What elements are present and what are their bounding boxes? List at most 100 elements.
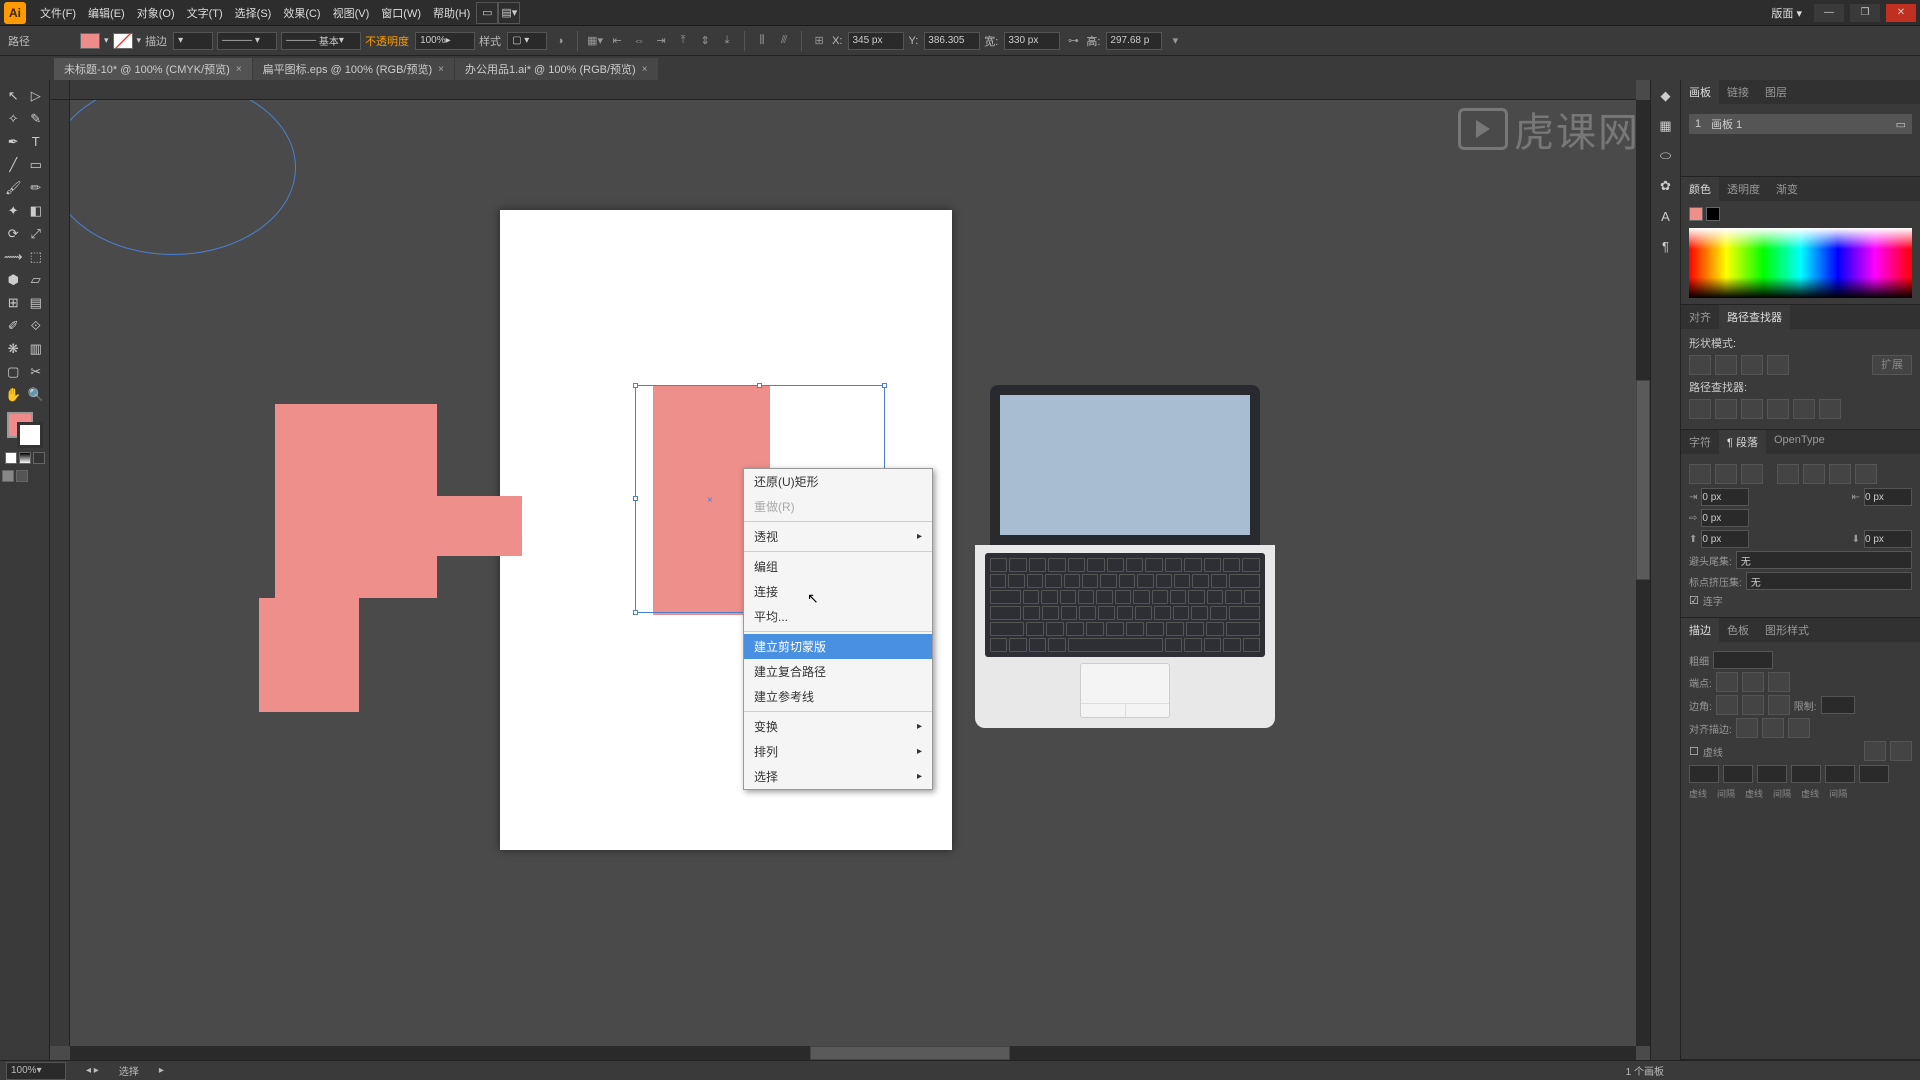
document-tab[interactable]: 办公用品1.ai* @ 100% (RGB/预览)× [455, 58, 658, 80]
eraser-tool[interactable]: ◧ [25, 199, 48, 222]
align-left-button[interactable] [1689, 464, 1711, 484]
dock-icon[interactable]: A [1656, 206, 1676, 226]
dist-h-icon[interactable]: ⫼ [753, 32, 771, 50]
ctx-make-compound-path[interactable]: 建立复合路径 [744, 659, 932, 684]
ctx-transform[interactable]: 变换▸ [744, 714, 932, 739]
free-transform-tool[interactable]: ⬚ [25, 245, 48, 268]
dash-align-1[interactable] [1864, 741, 1886, 761]
align-stroke-outside[interactable] [1788, 718, 1810, 738]
menu-effect[interactable]: 效果(C) [277, 1, 326, 25]
minus-back-button[interactable] [1819, 399, 1841, 419]
ruler-vertical[interactable] [50, 100, 70, 1046]
graph-tool[interactable]: ▥ [25, 337, 48, 360]
fill-swatch[interactable] [80, 33, 100, 49]
pencil-tool[interactable]: ✏ [25, 176, 48, 199]
type-tool[interactable]: T [25, 130, 48, 153]
menu-type[interactable]: 文字(T) [181, 1, 229, 25]
brush-dropdown[interactable]: ——— 基本 ▾ [281, 32, 361, 50]
color-spectrum[interactable] [1689, 228, 1912, 298]
width-tool[interactable]: ⟿ [2, 245, 25, 268]
gap-input[interactable] [1723, 765, 1753, 783]
scale-tool[interactable]: ⤢ [25, 222, 48, 245]
transform-icon[interactable]: ⊞ [810, 32, 828, 50]
align-vcenter-icon[interactable]: ⇕ [696, 32, 714, 50]
dock-icon[interactable]: ◆ [1656, 86, 1676, 106]
space-after-input[interactable] [1864, 530, 1912, 548]
panel-tab-swatches[interactable]: 色板 [1719, 618, 1757, 642]
direct-selection-tool[interactable]: ▷ [25, 84, 48, 107]
document-tab[interactable]: 未标题-10* @ 100% (CMYK/预览)× [54, 58, 252, 80]
ruler-origin[interactable] [50, 80, 70, 100]
align-group-icon[interactable]: ▦▾ [586, 32, 604, 50]
document-tab[interactable]: 扁平图标.eps @ 100% (RGB/预览)× [253, 58, 454, 80]
panel-tab-character[interactable]: 字符 [1681, 430, 1719, 454]
justify-center-button[interactable] [1803, 464, 1825, 484]
window-minimize[interactable]: — [1814, 4, 1844, 22]
menu-view[interactable]: 视图(V) [327, 1, 376, 25]
dock-icon[interactable]: ✿ [1656, 176, 1676, 196]
ruler-horizontal[interactable] [70, 80, 1636, 100]
panel-tab-opentype[interactable]: OpenType [1766, 430, 1833, 454]
miter-limit-input[interactable] [1821, 696, 1855, 714]
gap-input[interactable] [1791, 765, 1821, 783]
panel-tab-artboards[interactable]: 画板 [1681, 80, 1719, 104]
first-line-indent-input[interactable] [1701, 509, 1749, 527]
panel-tab-align[interactable]: 对齐 [1681, 305, 1719, 329]
screen-mode[interactable] [2, 470, 47, 482]
justify-all-button[interactable] [1855, 464, 1877, 484]
stroke-variable-dropdown[interactable]: ——— ▾ [217, 32, 277, 50]
selection-tool[interactable]: ↖ [2, 84, 25, 107]
gradient-tool[interactable]: ▤ [25, 291, 48, 314]
recolor-icon[interactable]: ◑ [551, 32, 569, 50]
opacity-label[interactable]: 不透明度 [365, 33, 409, 49]
panel-tab-color[interactable]: 颜色 [1681, 177, 1719, 201]
corner-round[interactable] [1742, 695, 1764, 715]
workspace-switcher[interactable]: 版面 ▾ [1765, 1, 1808, 25]
mojikumi-dropdown[interactable]: 无 [1746, 572, 1912, 590]
canvas[interactable]: × 还原(U)矩形 [50, 80, 1650, 1060]
ctx-make-guides[interactable]: 建立参考线 [744, 684, 932, 709]
pen-tool[interactable]: ✒ [2, 130, 25, 153]
rotate-tool[interactable]: ⟳ [2, 222, 25, 245]
align-stroke-inside[interactable] [1762, 718, 1784, 738]
ctx-average[interactable]: 平均... [744, 604, 932, 629]
blend-tool[interactable]: ⟐ [25, 314, 48, 337]
window-close[interactable]: ✕ [1886, 4, 1916, 22]
indent-right-input[interactable] [1864, 488, 1912, 506]
minus-front-button[interactable] [1715, 355, 1737, 375]
close-icon[interactable]: × [642, 64, 648, 75]
style-dropdown[interactable]: ▢ ▾ [507, 32, 547, 50]
hyphenate-checkbox[interactable]: 连字 [1703, 593, 1723, 608]
artboard-row[interactable]: 1 画板 1 ▭ [1689, 114, 1912, 134]
panel-tab-transparency[interactable]: 透明度 [1719, 177, 1768, 201]
panel-tab-graphic-styles[interactable]: 图形样式 [1757, 618, 1817, 642]
rectangle-tool[interactable]: ▭ [25, 153, 48, 176]
window-restore[interactable]: ❐ [1850, 4, 1880, 22]
align-right-button[interactable] [1741, 464, 1763, 484]
dash-align-2[interactable] [1890, 741, 1912, 761]
dash-input[interactable] [1825, 765, 1855, 783]
align-stroke-center[interactable] [1736, 718, 1758, 738]
eyedropper-tool[interactable]: ✐ [2, 314, 25, 337]
divide-button[interactable] [1689, 399, 1711, 419]
ctx-select[interactable]: 选择▸ [744, 764, 932, 789]
symbol-sprayer-tool[interactable]: ❋ [2, 337, 25, 360]
dash-input[interactable] [1689, 765, 1719, 783]
panel-tab-gradient[interactable]: 渐变 [1768, 177, 1806, 201]
y-input[interactable] [924, 32, 980, 50]
zoom-dropdown[interactable]: 100% ▾ [6, 1062, 66, 1080]
dock-icon[interactable]: ¶ [1656, 236, 1676, 256]
slice-tool[interactable]: ✂ [25, 360, 48, 383]
cloud-icon[interactable]: ▭ [476, 2, 498, 24]
align-right-icon[interactable]: ⇥ [652, 32, 670, 50]
shape-opts-icon[interactable]: ▾ [1166, 32, 1184, 50]
line-tool[interactable]: ╱ [2, 153, 25, 176]
menu-object[interactable]: 对象(O) [131, 1, 181, 25]
dock-icon[interactable]: ⬭ [1656, 146, 1676, 166]
h-input[interactable] [1106, 32, 1162, 50]
x-input[interactable] [848, 32, 904, 50]
merge-button[interactable] [1741, 399, 1763, 419]
arrange-icon[interactable]: ▤▾ [498, 2, 520, 24]
w-input[interactable] [1004, 32, 1060, 50]
space-before-input[interactable] [1701, 530, 1749, 548]
